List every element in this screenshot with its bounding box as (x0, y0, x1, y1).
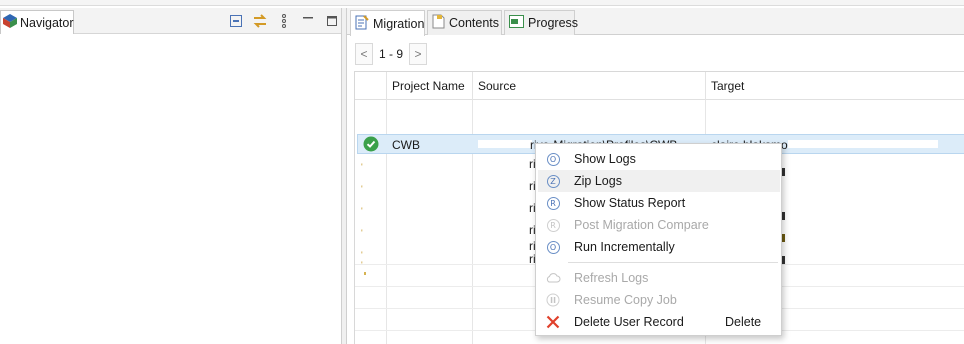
window-top-strip (0, 0, 964, 6)
menu-item-show-status-report[interactable]: R Show Status Report (538, 192, 780, 214)
redacted-block (788, 140, 938, 148)
menu-item-resume-copy-job: Resume Copy Job (538, 289, 780, 311)
tab-contents-label: Contents (449, 16, 500, 30)
previous-page-button[interactable]: < (355, 43, 373, 65)
redacted-block (478, 140, 532, 148)
menu-item-label: Refresh Logs (574, 271, 649, 285)
tab-migration-label: Migration (373, 16, 425, 31)
navigator-toolbar (220, 12, 340, 30)
zip-logs-icon: Z (545, 173, 561, 189)
menu-item-show-logs[interactable]: O Show Logs (538, 148, 780, 170)
menu-item-accelerator: Delete (725, 315, 762, 329)
menu-item-zip-logs[interactable]: Z Zip Logs (538, 170, 780, 192)
tab-contents[interactable]: Contents (427, 10, 502, 35)
target-cell-fragment (782, 234, 785, 242)
navigator-tab-label: Navigator (20, 15, 74, 30)
row-marker: ' (361, 228, 363, 238)
tab-progress-label: Progress (528, 16, 579, 30)
menu-item-post-migration-compare: R Post Migration Compare (538, 214, 780, 236)
link-with-editor-icon[interactable] (252, 13, 268, 29)
menu-item-label: Resume Copy Job (574, 293, 677, 307)
row-marker: ' (361, 250, 363, 260)
minimize-icon[interactable] (300, 13, 316, 29)
application-window: Navigator Migration Contents Progress < … (0, 0, 964, 344)
menu-item-delete-user-record[interactable]: Delete User Record Delete (538, 311, 780, 333)
column-header-target[interactable]: Target (705, 72, 964, 100)
menu-item-label: Zip Logs (574, 174, 622, 188)
target-cell-fragment (782, 168, 785, 176)
menu-separator (568, 262, 778, 263)
row-marker: ' (361, 260, 363, 270)
navigator-tab-bar: Navigator (0, 8, 341, 34)
row-marker: ' (361, 184, 363, 194)
row-marker: ' (361, 206, 363, 216)
delete-icon (545, 314, 561, 330)
success-check-icon (363, 136, 379, 155)
compare-icon: R (545, 217, 561, 233)
navigator-view: Navigator (0, 8, 341, 344)
context-menu: O Show Logs Z Zip Logs R Show Status Rep… (535, 143, 782, 336)
status-report-icon: R (545, 195, 561, 211)
column-header-source[interactable]: Source (472, 72, 705, 100)
row-marker: ' (361, 162, 363, 172)
menu-item-label: Show Logs (574, 152, 636, 166)
view-menu-icon[interactable] (276, 13, 292, 29)
run-incrementally-icon: O (545, 239, 561, 255)
tab-navigator[interactable]: Navigator (0, 10, 74, 34)
contents-icon (432, 14, 445, 32)
next-page-button[interactable]: > (409, 43, 428, 65)
menu-item-label: Show Status Report (574, 196, 686, 210)
tab-progress[interactable]: Progress (504, 10, 579, 35)
menu-item-run-incrementally[interactable]: O Run Incrementally (538, 236, 780, 258)
menu-item-refresh-logs: Refresh Logs (538, 267, 780, 289)
migration-icon (355, 14, 369, 33)
menu-item-label: Delete User Record (574, 315, 684, 329)
target-cell-fragment (782, 212, 785, 220)
editor-tab-bar: Migration Contents Progress (347, 8, 964, 36)
progress-icon (509, 15, 524, 31)
pause-icon (545, 292, 561, 308)
page-range: 1 - 9 (379, 47, 404, 61)
navigator-icon (3, 14, 17, 31)
maximize-icon[interactable] (324, 13, 340, 29)
menu-item-label: Post Migration Compare (574, 218, 709, 232)
pagination: < 1 - 9 > (355, 42, 428, 66)
cloud-icon (545, 270, 561, 286)
project-name-cell: CWB (392, 138, 420, 152)
table-header: Project Name Source Target (355, 72, 964, 100)
collapse-all-icon[interactable] (228, 13, 244, 29)
target-cell-fragment (782, 256, 785, 264)
column-header-project-name[interactable]: Project Name (386, 72, 472, 100)
tab-migration[interactable]: Migration (350, 10, 425, 36)
menu-item-label: Run Incrementally (574, 240, 675, 254)
status-column-header[interactable] (355, 72, 387, 100)
show-logs-icon: O (545, 151, 561, 167)
row-marker (364, 272, 366, 275)
